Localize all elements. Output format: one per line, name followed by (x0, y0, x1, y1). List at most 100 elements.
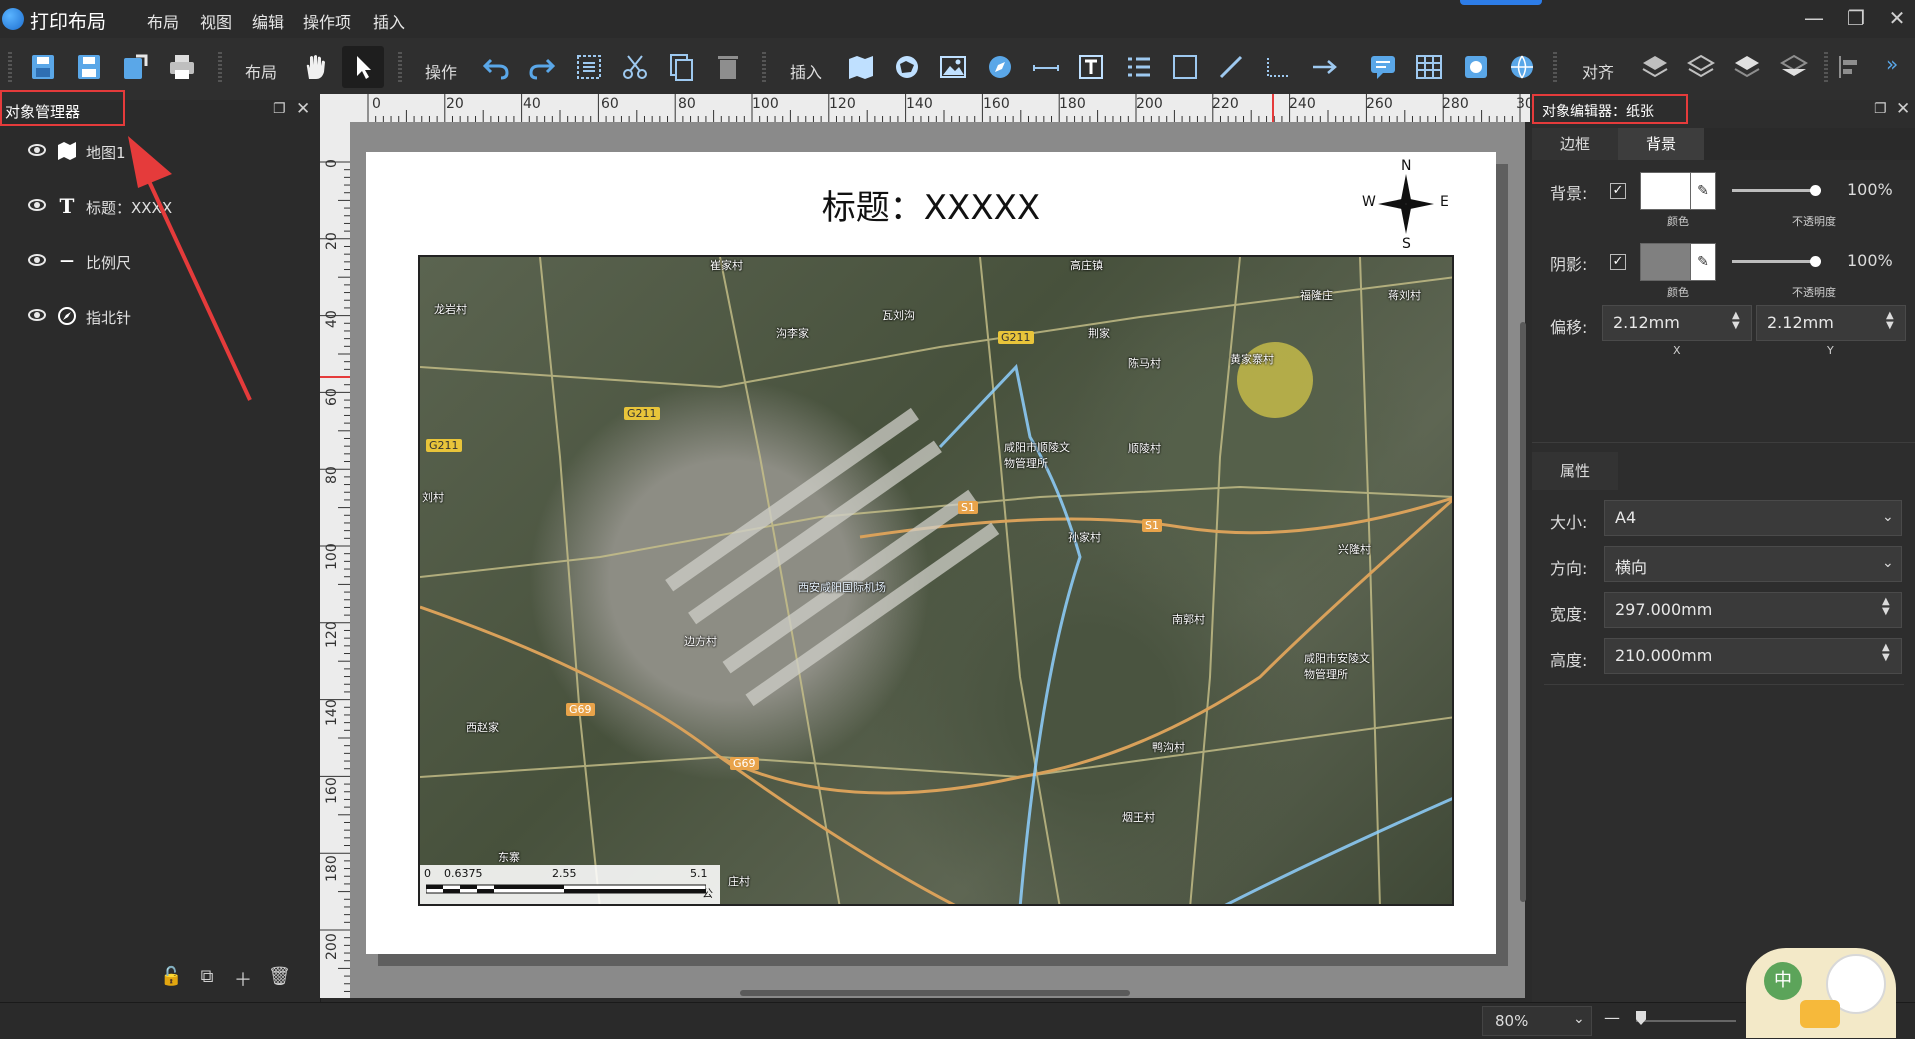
insert-web-icon[interactable] (1507, 52, 1537, 82)
close-icon[interactable]: ✕ (1883, 6, 1911, 30)
trash-icon[interactable]: 🗑 (268, 966, 291, 988)
insert-rectangle-icon[interactable] (1170, 52, 1200, 82)
shadow-checkbox[interactable]: ✓ (1610, 254, 1626, 270)
cut-icon[interactable] (620, 52, 650, 82)
insert-overview-icon[interactable] (892, 52, 922, 82)
size-select[interactable]: A4 (1604, 500, 1902, 536)
copy-icon[interactable] (666, 52, 696, 82)
spinner-icon[interactable]: ▲ ▼ (1882, 597, 1890, 617)
map-frame[interactable]: 崔家村 高庄镇 福隆庄 蒋刘村 龙岩村 沟李家 瓦刘沟 荆家 陈马村 黄家寨村 … (418, 255, 1454, 906)
vertical-scrollbar[interactable] (1520, 322, 1526, 902)
tab-border[interactable]: 边框 (1532, 128, 1618, 160)
spinner-icon[interactable]: ▲ ▼ (1886, 311, 1894, 331)
lock-icon[interactable]: 🔓 (160, 966, 182, 988)
menu-actions[interactable]: 操作项 (303, 9, 351, 33)
offset-x-field[interactable]: 2.12mm (1602, 305, 1752, 341)
width-field[interactable]: 297.000mm (1604, 592, 1902, 628)
spinner-icon[interactable]: ▲ ▼ (1732, 311, 1740, 331)
add-icon[interactable]: ＋ (232, 966, 254, 991)
north-arrow[interactable]: N S W E (1362, 158, 1449, 252)
background-color-swatch[interactable] (1640, 172, 1692, 210)
delete-icon[interactable] (713, 52, 743, 82)
save-icon[interactable] (74, 52, 104, 82)
export-icon[interactable] (120, 52, 150, 82)
offset-y-field[interactable]: 2.12mm (1756, 305, 1906, 341)
zoom-slider[interactable] (1636, 1020, 1736, 1022)
object-editor-panel: 对象编辑器：纸张 ❐ ✕ 边框 背景 背景: ✓ ✎ 颜色 100% 不透明度 … (1532, 94, 1915, 1002)
background-checkbox[interactable]: ✓ (1610, 183, 1626, 199)
panel-close-icon[interactable]: ✕ (1896, 99, 1910, 119)
insert-callout-icon[interactable] (1368, 52, 1398, 82)
bring-forward-icon[interactable] (1686, 52, 1716, 82)
insert-text-icon[interactable] (1077, 52, 1107, 82)
zoom-slider-thumb[interactable] (1636, 1011, 1646, 1025)
properties-tab[interactable]: 属性 (1532, 452, 1618, 490)
visibility-eye-icon[interactable] (28, 199, 46, 211)
insert-map-icon[interactable] (846, 52, 876, 82)
panel-float-icon[interactable]: ❐ (1874, 101, 1887, 117)
menu-layout[interactable]: 布局 (147, 9, 179, 33)
ime-widget[interactable]: 中 (1746, 948, 1896, 1038)
chevron-down-icon[interactable]: ⌄ (1882, 555, 1894, 571)
scale-bar[interactable]: 0 0.6375 2.55 5.1 公里 (420, 865, 720, 904)
panel-close-icon[interactable]: ✕ (296, 99, 310, 119)
toolbar-layout-label: 布局 (245, 63, 278, 82)
chevron-down-icon[interactable]: ⌄ (1882, 509, 1894, 525)
insert-legend-icon[interactable] (1124, 52, 1154, 82)
paper-page[interactable]: 标题：XXXXX N S W E 崔家村 高庄镇 福隆庄 蒋刘村 龙岩村 沟李家… (366, 152, 1496, 954)
restore-icon[interactable]: ❐ (1842, 6, 1870, 30)
visibility-eye-icon[interactable] (28, 309, 46, 321)
background-opacity-value: 100% (1847, 180, 1893, 199)
shadow-opacity-slider[interactable] (1732, 260, 1812, 263)
layout-title[interactable]: 标题：XXXXX (366, 180, 1496, 229)
send-to-back-icon[interactable] (1779, 52, 1809, 82)
print-icon[interactable] (167, 52, 197, 82)
align-left-icon[interactable] (1835, 52, 1865, 82)
undo-icon[interactable] (481, 52, 511, 82)
insert-polyline-icon[interactable] (1263, 52, 1293, 82)
ime-mode-badge[interactable]: 中 (1764, 962, 1802, 1000)
ruler-label: 40 (523, 96, 541, 112)
horizontal-scrollbar[interactable] (740, 990, 1130, 996)
zoom-select[interactable]: 80% ⌄ (1482, 1006, 1592, 1036)
insert-image-icon[interactable] (938, 52, 968, 82)
slider-thumb[interactable] (1810, 185, 1821, 196)
zoom-out-icon[interactable]: — (1604, 1008, 1620, 1027)
pan-hand-icon[interactable] (300, 52, 330, 82)
shadow-color-swatch[interactable] (1640, 243, 1692, 281)
menu-edit[interactable]: 编辑 (252, 9, 284, 33)
duplicate-icon[interactable]: ⧉ (196, 966, 218, 988)
background-opacity-slider[interactable] (1732, 189, 1812, 192)
bring-to-front-icon[interactable] (1640, 52, 1670, 82)
visibility-eye-icon[interactable] (28, 144, 46, 156)
select-all-icon[interactable] (574, 52, 604, 82)
insert-compass-icon[interactable] (985, 52, 1015, 82)
send-backward-icon[interactable] (1732, 52, 1762, 82)
slider-thumb[interactable] (1810, 256, 1821, 267)
menu-insert[interactable]: 插入 (373, 9, 405, 33)
minimize-icon[interactable]: — (1800, 6, 1828, 30)
insert-scalebar-icon[interactable] (1031, 52, 1061, 82)
redo-icon[interactable] (527, 52, 557, 82)
top-tab-indicator (1460, 0, 1542, 5)
height-field[interactable]: 210.000mm (1604, 638, 1902, 674)
select-arrow-icon[interactable] (348, 52, 378, 82)
eyedropper-icon[interactable]: ✎ (1690, 172, 1716, 210)
ruler-label: 140 (324, 699, 340, 726)
ruler-label: 180 (1059, 96, 1086, 112)
new-file-icon[interactable] (28, 52, 58, 82)
map-label: 黄家寨村 (1230, 353, 1274, 366)
orientation-select[interactable]: 横向 (1604, 546, 1902, 582)
tab-background[interactable]: 背景 (1618, 128, 1704, 160)
toolbar-overflow-icon[interactable]: » (1886, 52, 1898, 76)
insert-frame-icon[interactable] (1461, 52, 1491, 82)
insert-line-icon[interactable] (1216, 52, 1246, 82)
menu-view[interactable]: 视图 (200, 9, 232, 33)
visibility-eye-icon[interactable] (28, 254, 46, 266)
insert-arrow-icon[interactable] (1310, 52, 1340, 82)
panel-float-icon[interactable]: ❐ (273, 101, 286, 117)
eyedropper-icon[interactable]: ✎ (1690, 243, 1716, 281)
chevron-down-icon[interactable]: ⌄ (1573, 1011, 1585, 1027)
spinner-icon[interactable]: ▲ ▼ (1882, 643, 1890, 663)
insert-table-icon[interactable] (1414, 52, 1444, 82)
